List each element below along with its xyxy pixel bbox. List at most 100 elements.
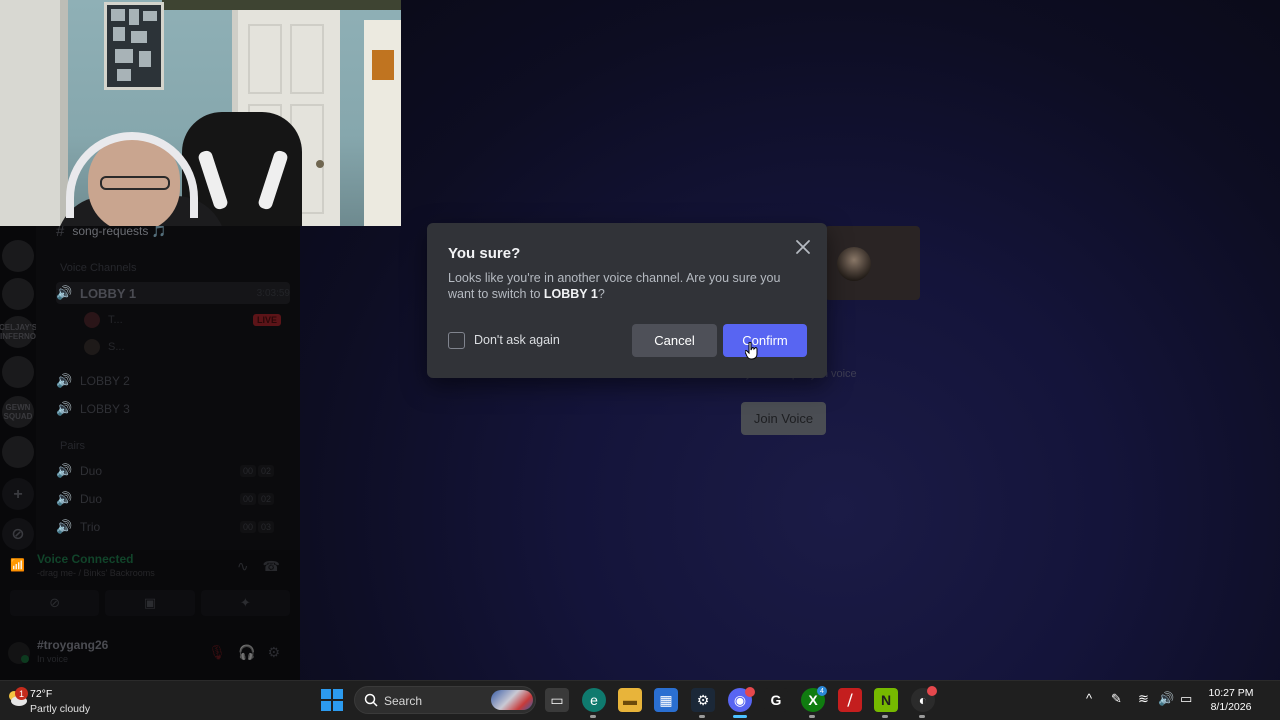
- signal-icon[interactable]: 📶: [10, 558, 25, 572]
- task-view-icon[interactable]: ▭: [545, 688, 569, 712]
- server-icon-3[interactable]: CELJAY'S INFERNO: [0, 316, 37, 348]
- server-icon-1[interactable]: [2, 240, 34, 272]
- running-indicator: [882, 715, 888, 718]
- dialog-title: You sure?: [448, 245, 521, 262]
- voice-user[interactable]: S...: [84, 336, 125, 358]
- weather-temp: 72°F: [30, 688, 53, 700]
- category-pairs[interactable]: Pairs: [60, 440, 85, 452]
- logitech-g-icon[interactable]: G: [764, 688, 788, 712]
- steam-icon[interactable]: ⚙: [691, 688, 715, 712]
- user-limit: 00 03: [239, 521, 274, 533]
- discord-notification-badge: [745, 687, 755, 697]
- server-icon-6[interactable]: [2, 436, 34, 468]
- voice-action-buttons: ⊘ ▣ ✦: [10, 590, 290, 616]
- running-indicator: [699, 715, 705, 718]
- obs-badge: [927, 686, 937, 696]
- channel-name: LOBBY 1: [80, 285, 137, 301]
- category-voice-channels[interactable]: Voice Channels: [60, 262, 136, 274]
- voice-user-name: S...: [108, 341, 125, 353]
- microsoft-store-icon[interactable]: ▦: [654, 688, 678, 712]
- running-indicator: [809, 715, 815, 718]
- voice-channel-duo[interactable]: 🔊 Duo 00 02: [56, 488, 290, 510]
- running-indicator: [919, 715, 925, 718]
- add-server-icon[interactable]: +: [2, 478, 34, 510]
- voice-status: Voice Connected: [37, 552, 134, 566]
- voice-channel-trio[interactable]: 🔊 Trio 00 03: [56, 516, 290, 538]
- red-app-icon[interactable]: ⧸: [838, 688, 862, 712]
- user-limit: 00 02: [239, 465, 274, 477]
- battery-icon[interactable]: ▭: [1180, 691, 1192, 707]
- weather-description: Partly cloudy: [30, 703, 91, 715]
- user-limit: 00 02: [239, 493, 274, 505]
- notification-badge: 1: [15, 687, 28, 700]
- channel-timer: 3:03:59: [256, 287, 290, 299]
- headset: [66, 132, 198, 218]
- clock-time[interactable]: 10:27 PM: [1203, 687, 1259, 699]
- voice-controls: ∿ ☎: [237, 558, 280, 575]
- activities-icon[interactable]: ✦: [200, 590, 290, 616]
- nvidia-icon[interactable]: N: [874, 688, 898, 712]
- user-controls: 🎙 🎧 ⚙: [208, 644, 280, 661]
- search-placeholder: Search: [384, 694, 423, 708]
- user-panel: #troygang26 In voice 🎙 🎧 ⚙: [0, 630, 300, 680]
- server-icon-2[interactable]: [2, 278, 34, 310]
- participant-avatar: [837, 247, 871, 281]
- speaker-icon: 🔊: [56, 463, 73, 478]
- xbox-badge: 4: [817, 686, 827, 696]
- server-icon-5[interactable]: GEWN SQUAD: [2, 396, 34, 428]
- speaker-icon: 🔊: [56, 519, 73, 534]
- server-icon-4[interactable]: [2, 356, 34, 388]
- taskbar-search[interactable]: Search: [354, 686, 536, 714]
- channel-name: LOBBY 3: [80, 402, 130, 416]
- pen-icon[interactable]: ✎: [1111, 691, 1122, 707]
- camera-off-icon[interactable]: ⊘: [10, 590, 100, 616]
- voice-user[interactable]: T...: [84, 309, 123, 331]
- weather-widget[interactable]: 1 72°F Partly cloudy: [4, 685, 114, 717]
- username[interactable]: #troygang26: [37, 638, 108, 652]
- voice-location[interactable]: -drag me- / Binks' Backrooms: [37, 568, 155, 578]
- close-icon[interactable]: [793, 237, 813, 257]
- join-voice-button[interactable]: Join Voice: [741, 402, 826, 435]
- gear-icon[interactable]: ⚙: [267, 644, 280, 661]
- file-explorer-icon[interactable]: ▬: [618, 688, 642, 712]
- wifi-icon[interactable]: ≋: [1138, 691, 1149, 707]
- running-indicator: [590, 715, 596, 718]
- channel-name: LOBBY 2: [80, 374, 130, 388]
- speaker-icon: 🔊: [56, 401, 73, 416]
- voice-user-name: T...: [108, 314, 123, 326]
- speaker-icon: 🔊: [56, 285, 73, 300]
- edge-icon[interactable]: e: [582, 688, 606, 712]
- headphones-icon[interactable]: 🎧: [238, 644, 255, 661]
- wall-poster: [104, 2, 164, 90]
- clock-date[interactable]: 8/1/2026: [1203, 701, 1259, 713]
- noise-suppression-icon[interactable]: ∿: [237, 558, 249, 575]
- dont-ask-again-checkbox[interactable]: [448, 332, 465, 349]
- avatar: [84, 312, 100, 328]
- active-indicator: [733, 715, 747, 718]
- cancel-button[interactable]: Cancel: [632, 324, 717, 357]
- avatar: [84, 339, 100, 355]
- hand-cursor-icon: [745, 342, 758, 360]
- voice-channel-lobby-3[interactable]: 🔊 LOBBY 3: [56, 398, 290, 420]
- channel-name: song-requests 🎵: [72, 224, 167, 238]
- disconnect-icon[interactable]: ☎: [263, 558, 280, 575]
- chevron-up-icon[interactable]: ^: [1086, 691, 1092, 706]
- voice-channel-duo[interactable]: 🔊 Duo 00 02: [56, 460, 290, 482]
- speaker-icon: 🔊: [56, 373, 73, 388]
- mic-muted-icon[interactable]: 🎙: [208, 644, 226, 661]
- start-button[interactable]: [321, 689, 343, 711]
- user-status: In voice: [37, 654, 69, 664]
- dont-ask-again-label[interactable]: Don't ask again: [474, 333, 560, 347]
- screen-share-icon[interactable]: ▣: [105, 590, 195, 616]
- volume-icon[interactable]: 🔊: [1158, 691, 1174, 707]
- voice-connection-panel: 📶 Voice Connected -drag me- / Binks' Bac…: [0, 550, 300, 680]
- webcam-overlay: [0, 0, 401, 226]
- search-icon: [364, 693, 378, 707]
- target-channel: LOBBY 1: [543, 287, 598, 301]
- confirm-button[interactable]: Confirm: [723, 324, 807, 357]
- status-dot: [21, 655, 29, 663]
- explore-servers-icon[interactable]: ⊘: [2, 518, 34, 550]
- live-badge: LIVE: [253, 314, 282, 326]
- voice-channel-lobby-2[interactable]: 🔊 LOBBY 2: [56, 370, 290, 392]
- voice-channel-lobby-1[interactable]: 🔊 LOBBY 1 3:03:59: [56, 282, 290, 304]
